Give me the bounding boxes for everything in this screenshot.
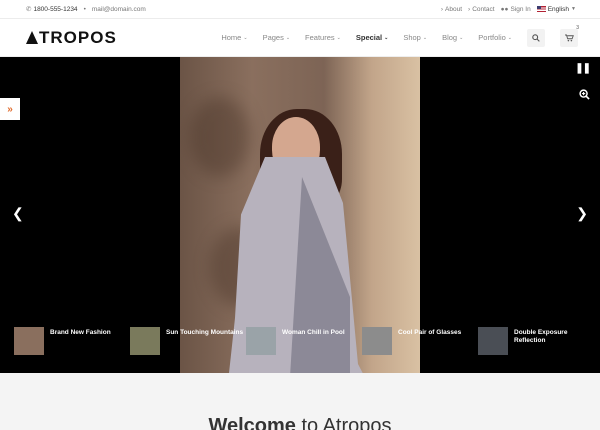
- nav-item-shop[interactable]: Shop ⌄: [403, 33, 427, 42]
- phone-icon: ✆: [26, 6, 32, 13]
- slider-zoom-button[interactable]: [579, 89, 590, 103]
- site-logo[interactable]: TROPOS: [26, 28, 117, 48]
- wall-texture: [190, 97, 250, 177]
- pause-icon: ❚❚: [575, 63, 591, 74]
- phone-contact[interactable]: ✆ 1800-555-1234: [26, 5, 78, 14]
- slider-next-button[interactable]: ❯: [576, 205, 588, 222]
- users-icon: ●●: [500, 5, 509, 13]
- chevron-right-icon: ›: [440, 5, 444, 13]
- caret-down-icon: ▼: [571, 6, 576, 12]
- thumb-caption: Cool Pair of Glasses: [398, 329, 462, 336]
- chevron-down-icon: ⌄: [285, 34, 291, 41]
- thumb-caption: Woman Chill in Pool: [282, 329, 345, 336]
- slider-thumb[interactable]: Cool Pair of Glasses: [362, 327, 478, 373]
- slider-thumbnails: Brand New Fashion Sun Touching Mountains…: [0, 315, 600, 373]
- thumb-image: [362, 327, 392, 355]
- thumb-image: [246, 327, 276, 355]
- main-nav: Home ⌄ Pages ⌄ Features ⌄ Special ⌄ Shop ⌄ Bl…: [221, 25, 579, 47]
- language-selector[interactable]: English ▼: [536, 6, 576, 13]
- thumb-image: [14, 327, 44, 355]
- nav-item-blog[interactable]: Blog ⌄: [442, 33, 463, 42]
- chevron-down-icon: ⌄: [384, 34, 389, 41]
- hero-slider: » ❮ ❯ ❚❚ Brand New Fashion Sun Touching …: [0, 57, 600, 373]
- chevron-down-icon: ⌄: [243, 34, 248, 41]
- chevron-down-icon: ⌄: [507, 34, 512, 41]
- nav-item-home[interactable]: Home ⌄: [221, 33, 247, 42]
- nav-item-pages[interactable]: Pages ⌄: [263, 33, 290, 42]
- cart-button[interactable]: 3: [560, 25, 579, 47]
- logo-a-mark: [26, 31, 38, 44]
- chevron-right-icon: ❯: [576, 205, 588, 221]
- chevron-right-icon: ›: [468, 5, 471, 13]
- welcome-section: Welcome to Atropos: [0, 373, 600, 430]
- thumb-caption: Double Exposure Reflection: [514, 329, 568, 344]
- search-icon: [532, 33, 540, 42]
- thumb-caption: Brand New Fashion: [50, 329, 111, 336]
- phone-number: 1800-555-1234: [33, 5, 78, 13]
- slider-thumb[interactable]: Sun Touching Mountains: [130, 327, 246, 373]
- sign-in-link[interactable]: ●● Sign In: [501, 6, 531, 13]
- main-header: TROPOS Home ⌄ Pages ⌄ Features ⌄ Special ⌄ S…: [0, 19, 600, 57]
- cart-count-badge: 3: [576, 24, 579, 31]
- email-link[interactable]: mail@domain.com: [92, 6, 146, 13]
- chevron-down-icon: ⌄: [336, 34, 341, 41]
- welcome-heading: Welcome to Atropos: [208, 415, 392, 430]
- top-utility-bar: ✆ 1800-555-1234 • mail@domain.com › Abou…: [0, 0, 600, 19]
- chevron-down-icon: ⌄: [459, 34, 464, 41]
- nav-item-special[interactable]: Special ⌄: [356, 33, 388, 42]
- thumb-image: [130, 327, 160, 355]
- slider-prev-button[interactable]: ❮: [12, 205, 24, 222]
- cart-icon: [564, 34, 574, 41]
- search-button[interactable]: [527, 28, 545, 47]
- us-flag-icon: [536, 6, 546, 12]
- slider-pause-button[interactable]: ❚❚: [575, 63, 591, 74]
- side-panel-toggle[interactable]: »: [0, 98, 20, 120]
- zoom-in-icon: [579, 89, 590, 100]
- nav-item-features[interactable]: Features ⌄: [305, 33, 341, 42]
- double-chevron-right-icon: »: [7, 103, 13, 115]
- topbar-separator: •: [83, 5, 86, 13]
- about-link[interactable]: › About: [441, 6, 462, 13]
- thumb-caption: Sun Touching Mountains: [166, 329, 244, 336]
- contact-link[interactable]: › Contact: [468, 6, 495, 13]
- slider-thumb[interactable]: Brand New Fashion: [14, 327, 130, 373]
- nav-item-portfolio[interactable]: Portfolio ⌄: [478, 33, 512, 42]
- slider-thumb[interactable]: Double Exposure Reflection: [478, 327, 594, 373]
- chevron-left-icon: ❮: [12, 205, 24, 221]
- thumb-image: [478, 327, 508, 355]
- slider-thumb[interactable]: Woman Chill in Pool: [246, 327, 362, 373]
- chevron-down-icon: ⌄: [422, 34, 428, 41]
